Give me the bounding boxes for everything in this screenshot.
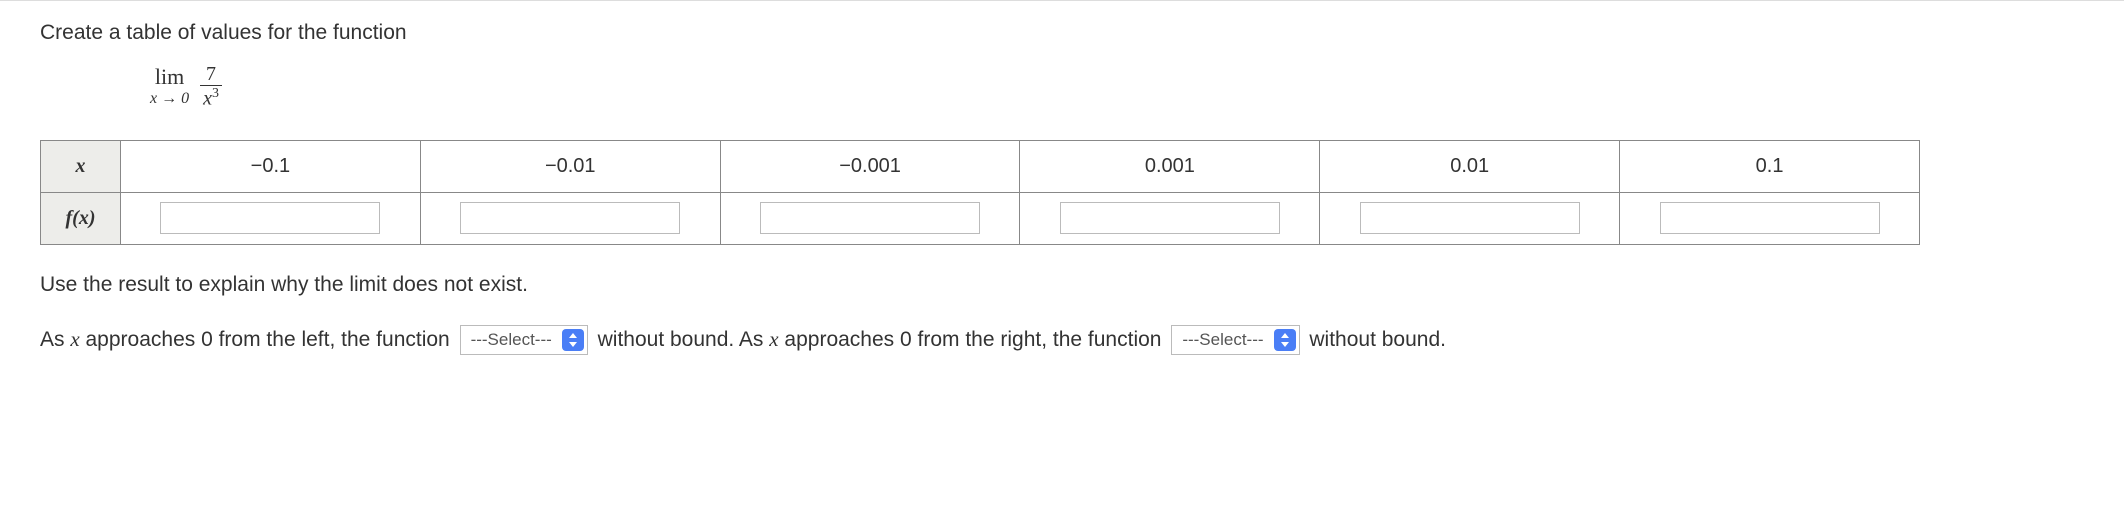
fx-input-cell — [1020, 192, 1320, 244]
sentence-text: without bound. — [1309, 328, 1446, 351]
x-value-cell: 0.1 — [1620, 140, 1920, 192]
lim-approach: x → 0 — [150, 90, 189, 108]
select-placeholder: ---Select--- — [461, 325, 562, 356]
sentence-text: approaches 0 from the left, the function — [80, 328, 456, 351]
explain-instruction: Use the result to explain why the limit … — [40, 273, 2084, 297]
fx-input-cell — [121, 192, 421, 244]
row-header-fx: f(x) — [41, 192, 121, 244]
sentence-text: approaches 0 from the right, the functio… — [779, 328, 1168, 351]
select-placeholder: ---Select--- — [1172, 325, 1273, 356]
select-right-behavior[interactable]: ---Select--- — [1171, 325, 1299, 355]
fraction-numerator: 7 — [200, 63, 222, 86]
fx-input-cell — [1320, 192, 1620, 244]
table-row: f(x) — [41, 192, 1920, 244]
row-header-x: x — [41, 140, 121, 192]
chevron-updown-icon — [1274, 329, 1296, 351]
x-value-cell: 0.001 — [1020, 140, 1320, 192]
question-container: Create a table of values for the functio… — [0, 0, 2124, 378]
fraction-denominator: x3 — [197, 86, 225, 110]
lim-word: lim — [155, 65, 184, 89]
fx-input[interactable] — [160, 202, 380, 234]
limit-expression: lim x → 0 7 x3 — [150, 63, 2084, 110]
x-value-cell: −0.01 — [420, 140, 720, 192]
sentence-text: without bound. As — [598, 328, 770, 351]
x-value-cell: 0.01 — [1320, 140, 1620, 192]
x-value-cell: −0.001 — [720, 140, 1020, 192]
values-table: x −0.1 −0.01 −0.001 0.001 0.01 0.1 f(x) — [40, 140, 1920, 245]
sentence-text: As — [40, 328, 70, 351]
x-value-cell: −0.1 — [121, 140, 421, 192]
answer-sentence: As x approaches 0 from the left, the fun… — [40, 321, 2084, 359]
fx-input-cell — [720, 192, 1020, 244]
variable-x: x — [769, 327, 778, 351]
fx-input-cell — [420, 192, 720, 244]
fx-input-cell — [1620, 192, 1920, 244]
fx-input[interactable] — [1360, 202, 1580, 234]
fx-input[interactable] — [460, 202, 680, 234]
fx-input[interactable] — [760, 202, 980, 234]
select-left-behavior[interactable]: ---Select--- — [460, 325, 588, 355]
instruction-text: Create a table of values for the functio… — [40, 21, 2084, 45]
fx-input[interactable] — [1060, 202, 1280, 234]
fraction: 7 x3 — [197, 63, 225, 110]
fx-input[interactable] — [1660, 202, 1880, 234]
variable-x: x — [70, 327, 79, 351]
table-row: x −0.1 −0.01 −0.001 0.001 0.01 0.1 — [41, 140, 1920, 192]
lim-block: lim x → 0 — [150, 65, 189, 107]
chevron-updown-icon — [562, 329, 584, 351]
